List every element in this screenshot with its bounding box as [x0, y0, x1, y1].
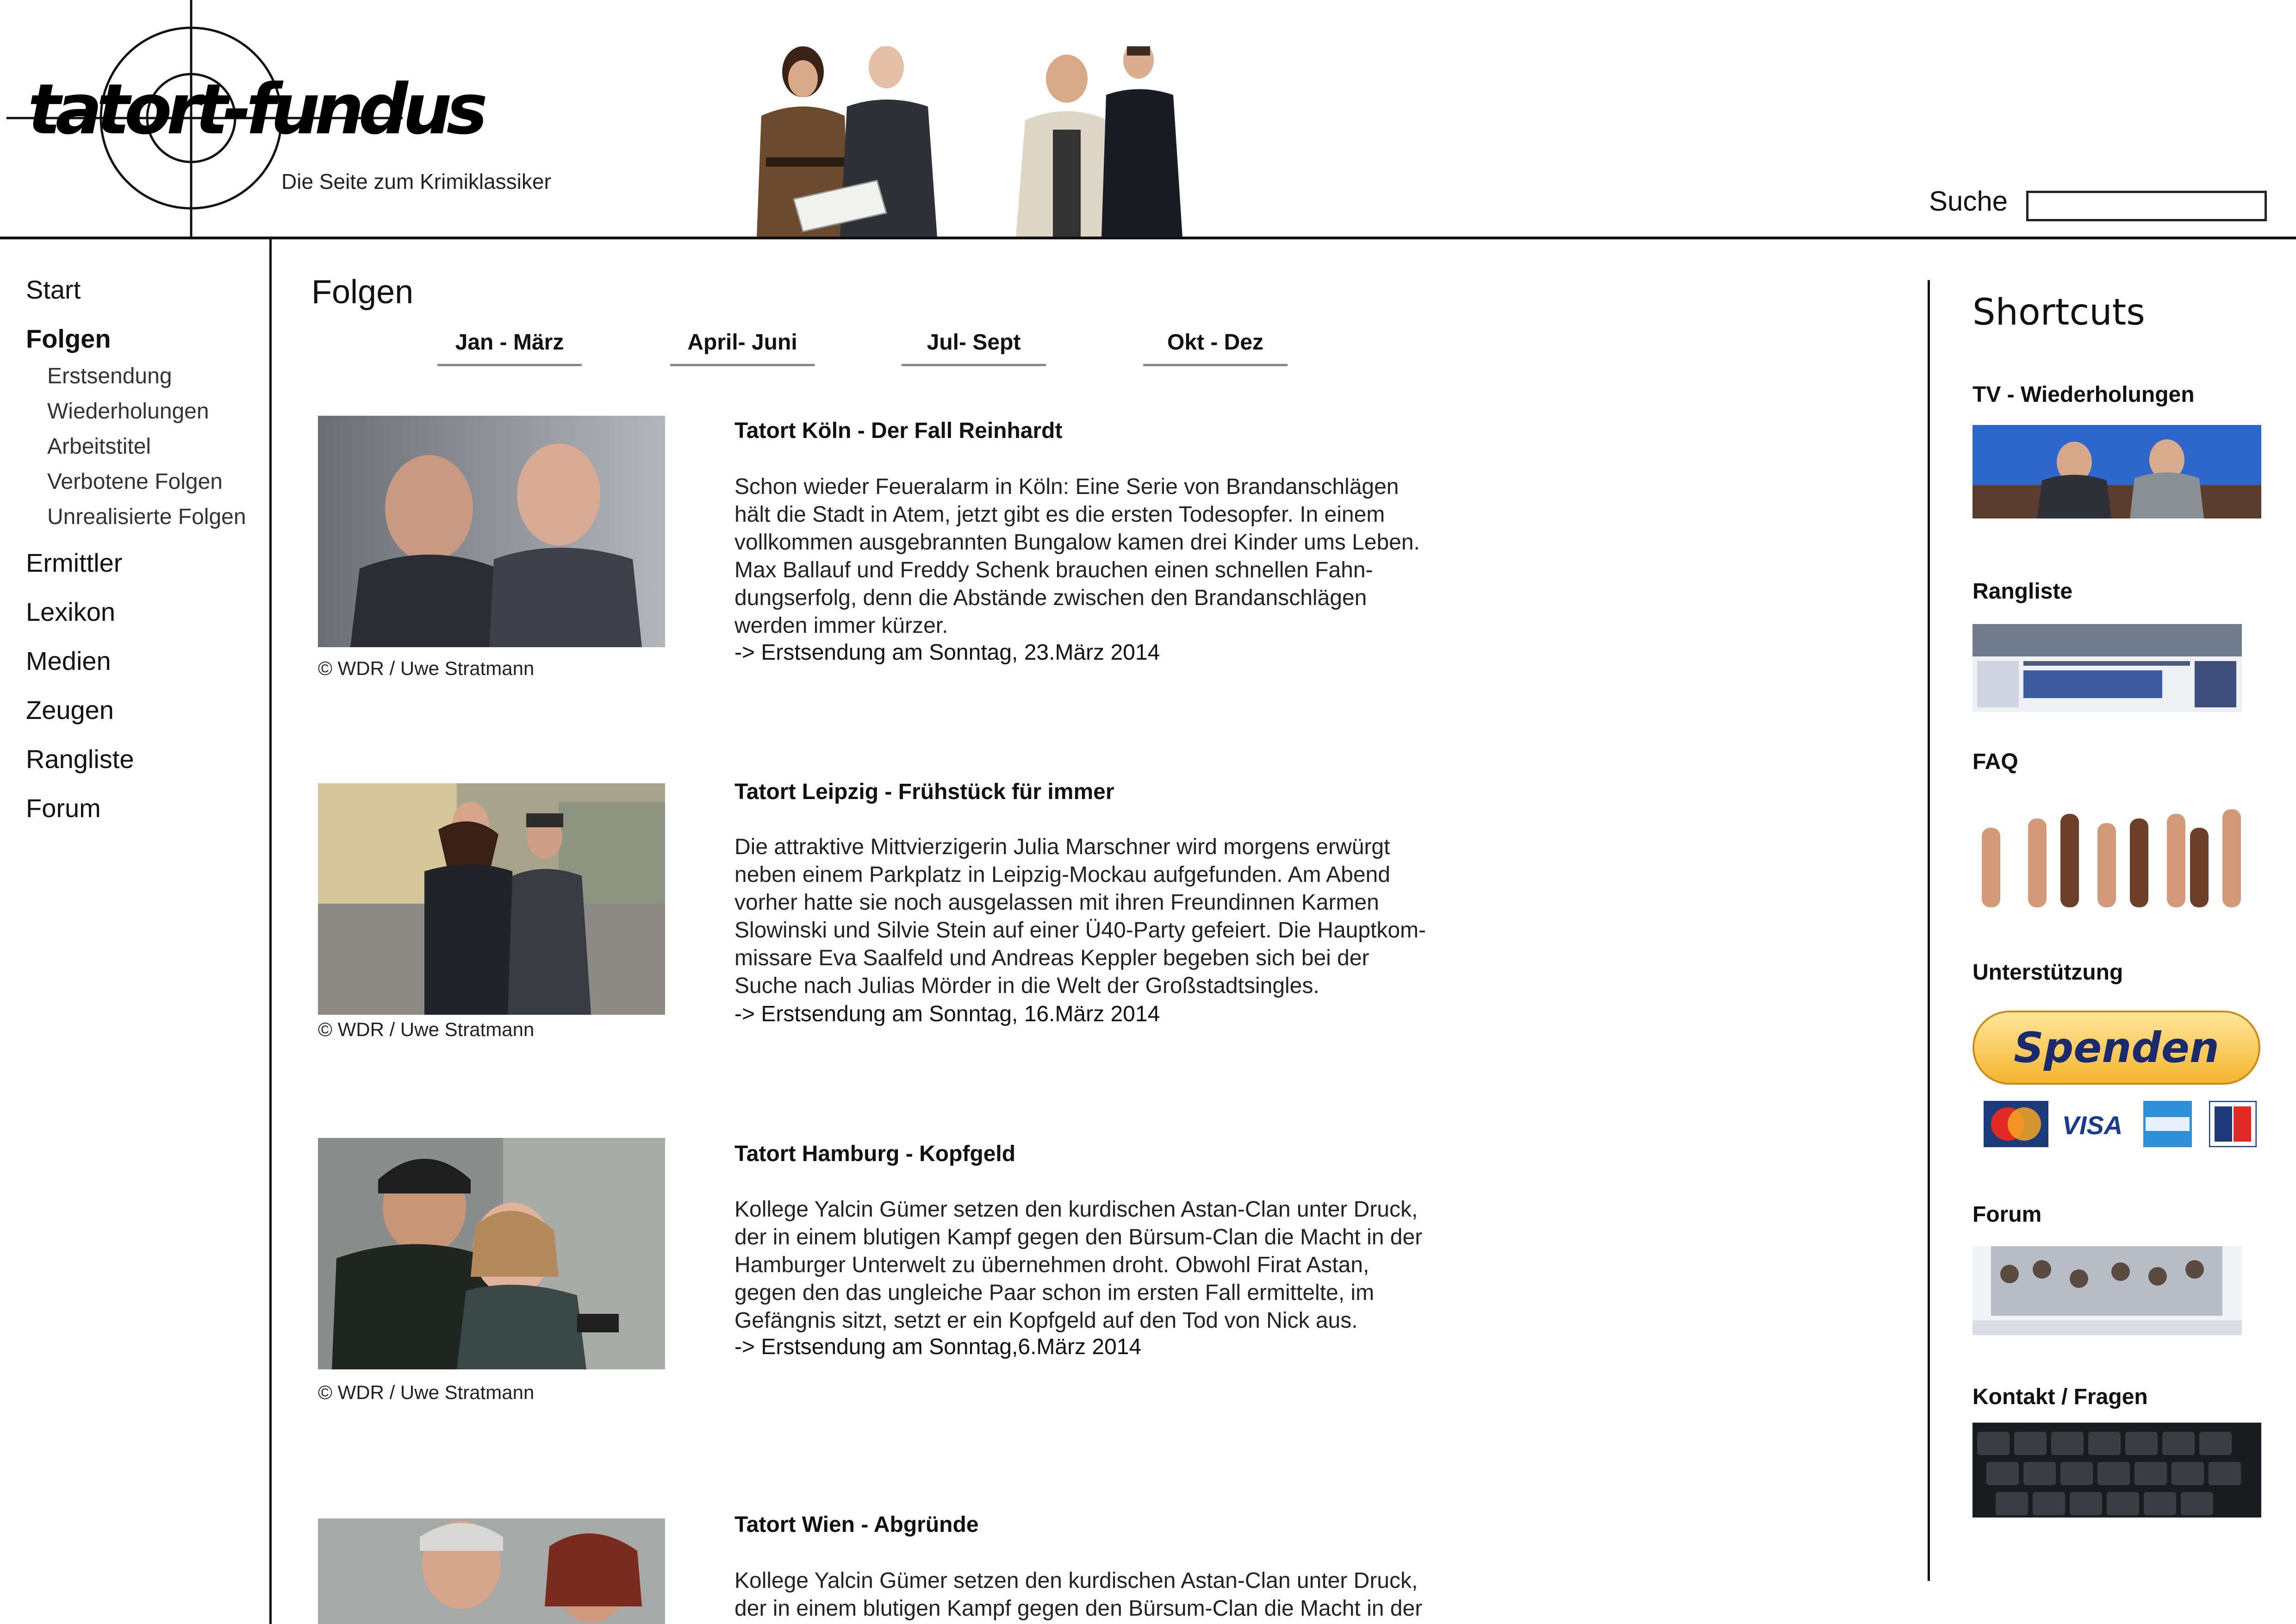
payment-logos: VISA	[1984, 1101, 2257, 1147]
episode-image[interactable]	[318, 416, 665, 647]
photo-credit: © WDR / Uwe Stratmann	[318, 657, 535, 679]
episode-title[interactable]: Tatort Köln - Der Fall Reinhardt	[734, 418, 1062, 443]
nav-item-lexikon[interactable]: Lexikon	[26, 597, 115, 627]
episode-title[interactable]: Tatort Wien - Abgründe	[734, 1512, 979, 1537]
episode-airdate-link[interactable]: -> Erstsendung am Sonntag, 16.März 2014	[734, 1001, 1160, 1027]
donate-button[interactable]: Spenden	[1972, 1011, 2260, 1085]
tab-april-juni[interactable]: April- Juni	[670, 330, 815, 366]
nav-item-zeugen[interactable]: Zeugen	[26, 695, 114, 725]
nav-item-start[interactable]: Start	[26, 275, 81, 305]
donate-button-label: Spenden	[2014, 1023, 2219, 1072]
sidebar-divider	[1928, 280, 1930, 1581]
nav-subitem-unrealisierte-folgen[interactable]: Unrealisierte Folgen	[47, 504, 246, 530]
shortcut-label-rangliste[interactable]: Rangliste	[1972, 579, 2072, 604]
header-detectives-photo-2	[1016, 46, 1182, 237]
episode-description: Die attraktive Mittvierzigerin Julia Mar…	[734, 835, 1426, 998]
nav-subitem-erstsendung[interactable]: Erstsendung	[47, 363, 172, 389]
nav-subitem-verbotene-folgen[interactable]: Verbotene Folgen	[47, 469, 223, 494]
shortcut-label-tv-wiederholungen[interactable]: TV - Wiederholungen	[1972, 382, 2195, 407]
nav-item-folgen[interactable]: Folgen	[26, 324, 111, 354]
shortcut-image-tv-wiederholungen[interactable]	[1972, 425, 2261, 518]
episode-description: Kollege Yalcin Gümer setzen den kurdisch…	[734, 1568, 1423, 1621]
nav-item-medien[interactable]: Medien	[26, 646, 111, 676]
nav-item-forum[interactable]: Forum	[26, 793, 101, 823]
site-header: tatort-fundus Die Seite zum Krimiklassik…	[0, 0, 2296, 237]
site-tagline: Die Seite zum Krimiklassiker	[281, 169, 551, 194]
shortcut-image-faq-hands[interactable]	[1972, 800, 2259, 907]
shortcut-image-keyboard[interactable]	[1972, 1423, 2261, 1518]
episode-description: Schon wieder Feueralarm in Köln: Eine Se…	[734, 475, 1420, 638]
episode-image[interactable]	[318, 783, 665, 1015]
photo-credit: © WDR / Uwe Stratmann	[318, 1018, 535, 1040]
nav-subitem-wiederholungen[interactable]: Wiederholungen	[47, 399, 209, 424]
tab-okt-dez[interactable]: Okt - Dez	[1143, 330, 1288, 366]
site-logo[interactable]: tatort-fundus	[28, 69, 488, 150]
photo-credit: © WDR / Uwe Stratmann	[318, 1381, 535, 1403]
episode-title[interactable]: Tatort Leipzig - Frühstück für immer	[734, 779, 1114, 805]
episode-image[interactable]	[318, 1518, 665, 1624]
shortcut-label-unterstuetzung: Unterstützung	[1972, 960, 2123, 985]
header-detectives-photo-1	[757, 46, 937, 237]
mastercard-icon	[1984, 1101, 2048, 1147]
shortcut-label-kontakt-fragen[interactable]: Kontakt / Fragen	[1972, 1384, 2148, 1410]
shortcut-label-forum[interactable]: Forum	[1972, 1202, 2041, 1227]
tab-jan-maerz[interactable]: Jan - März	[437, 330, 582, 366]
search-label: Suche	[1929, 186, 2008, 217]
header-divider	[0, 237, 2296, 239]
episode-airdate-link[interactable]: -> Erstsendung am Sonntag,6.März 2014	[734, 1334, 1141, 1360]
page-title: Folgen	[311, 274, 414, 311]
search-input[interactable]	[2026, 191, 2267, 221]
left-nav: Start Folgen Erstsendung Wiederholungen …	[0, 237, 269, 1624]
episode-title[interactable]: Tatort Hamburg - Kopfgeld	[734, 1141, 1015, 1167]
shortcut-image-forum[interactable]	[1972, 1246, 2242, 1335]
episode-airdate-link[interactable]: -> Erstsendung am Sonntag, 23.März 2014	[734, 640, 1160, 665]
amex-icon	[2143, 1101, 2192, 1147]
sidebar-title: Shortcuts	[1972, 292, 2145, 333]
visa-logo: VISA	[2062, 1111, 2123, 1140]
shortcut-label-faq[interactable]: FAQ	[1972, 749, 2018, 775]
nav-item-ermittler[interactable]: Ermittler	[26, 548, 122, 578]
nav-divider	[269, 237, 272, 1624]
nav-item-rangliste[interactable]: Rangliste	[26, 744, 134, 774]
shortcut-image-rangliste[interactable]	[1972, 624, 2242, 712]
ec-card-icon	[2209, 1101, 2257, 1147]
tab-jul-sept[interactable]: Jul- Sept	[902, 330, 1046, 366]
episode-description: Kollege Yalcin Gümer setzen den kurdisch…	[734, 1197, 1423, 1333]
nav-subitem-arbeitstitel[interactable]: Arbeitstitel	[47, 434, 151, 459]
episode-image[interactable]	[318, 1138, 665, 1369]
